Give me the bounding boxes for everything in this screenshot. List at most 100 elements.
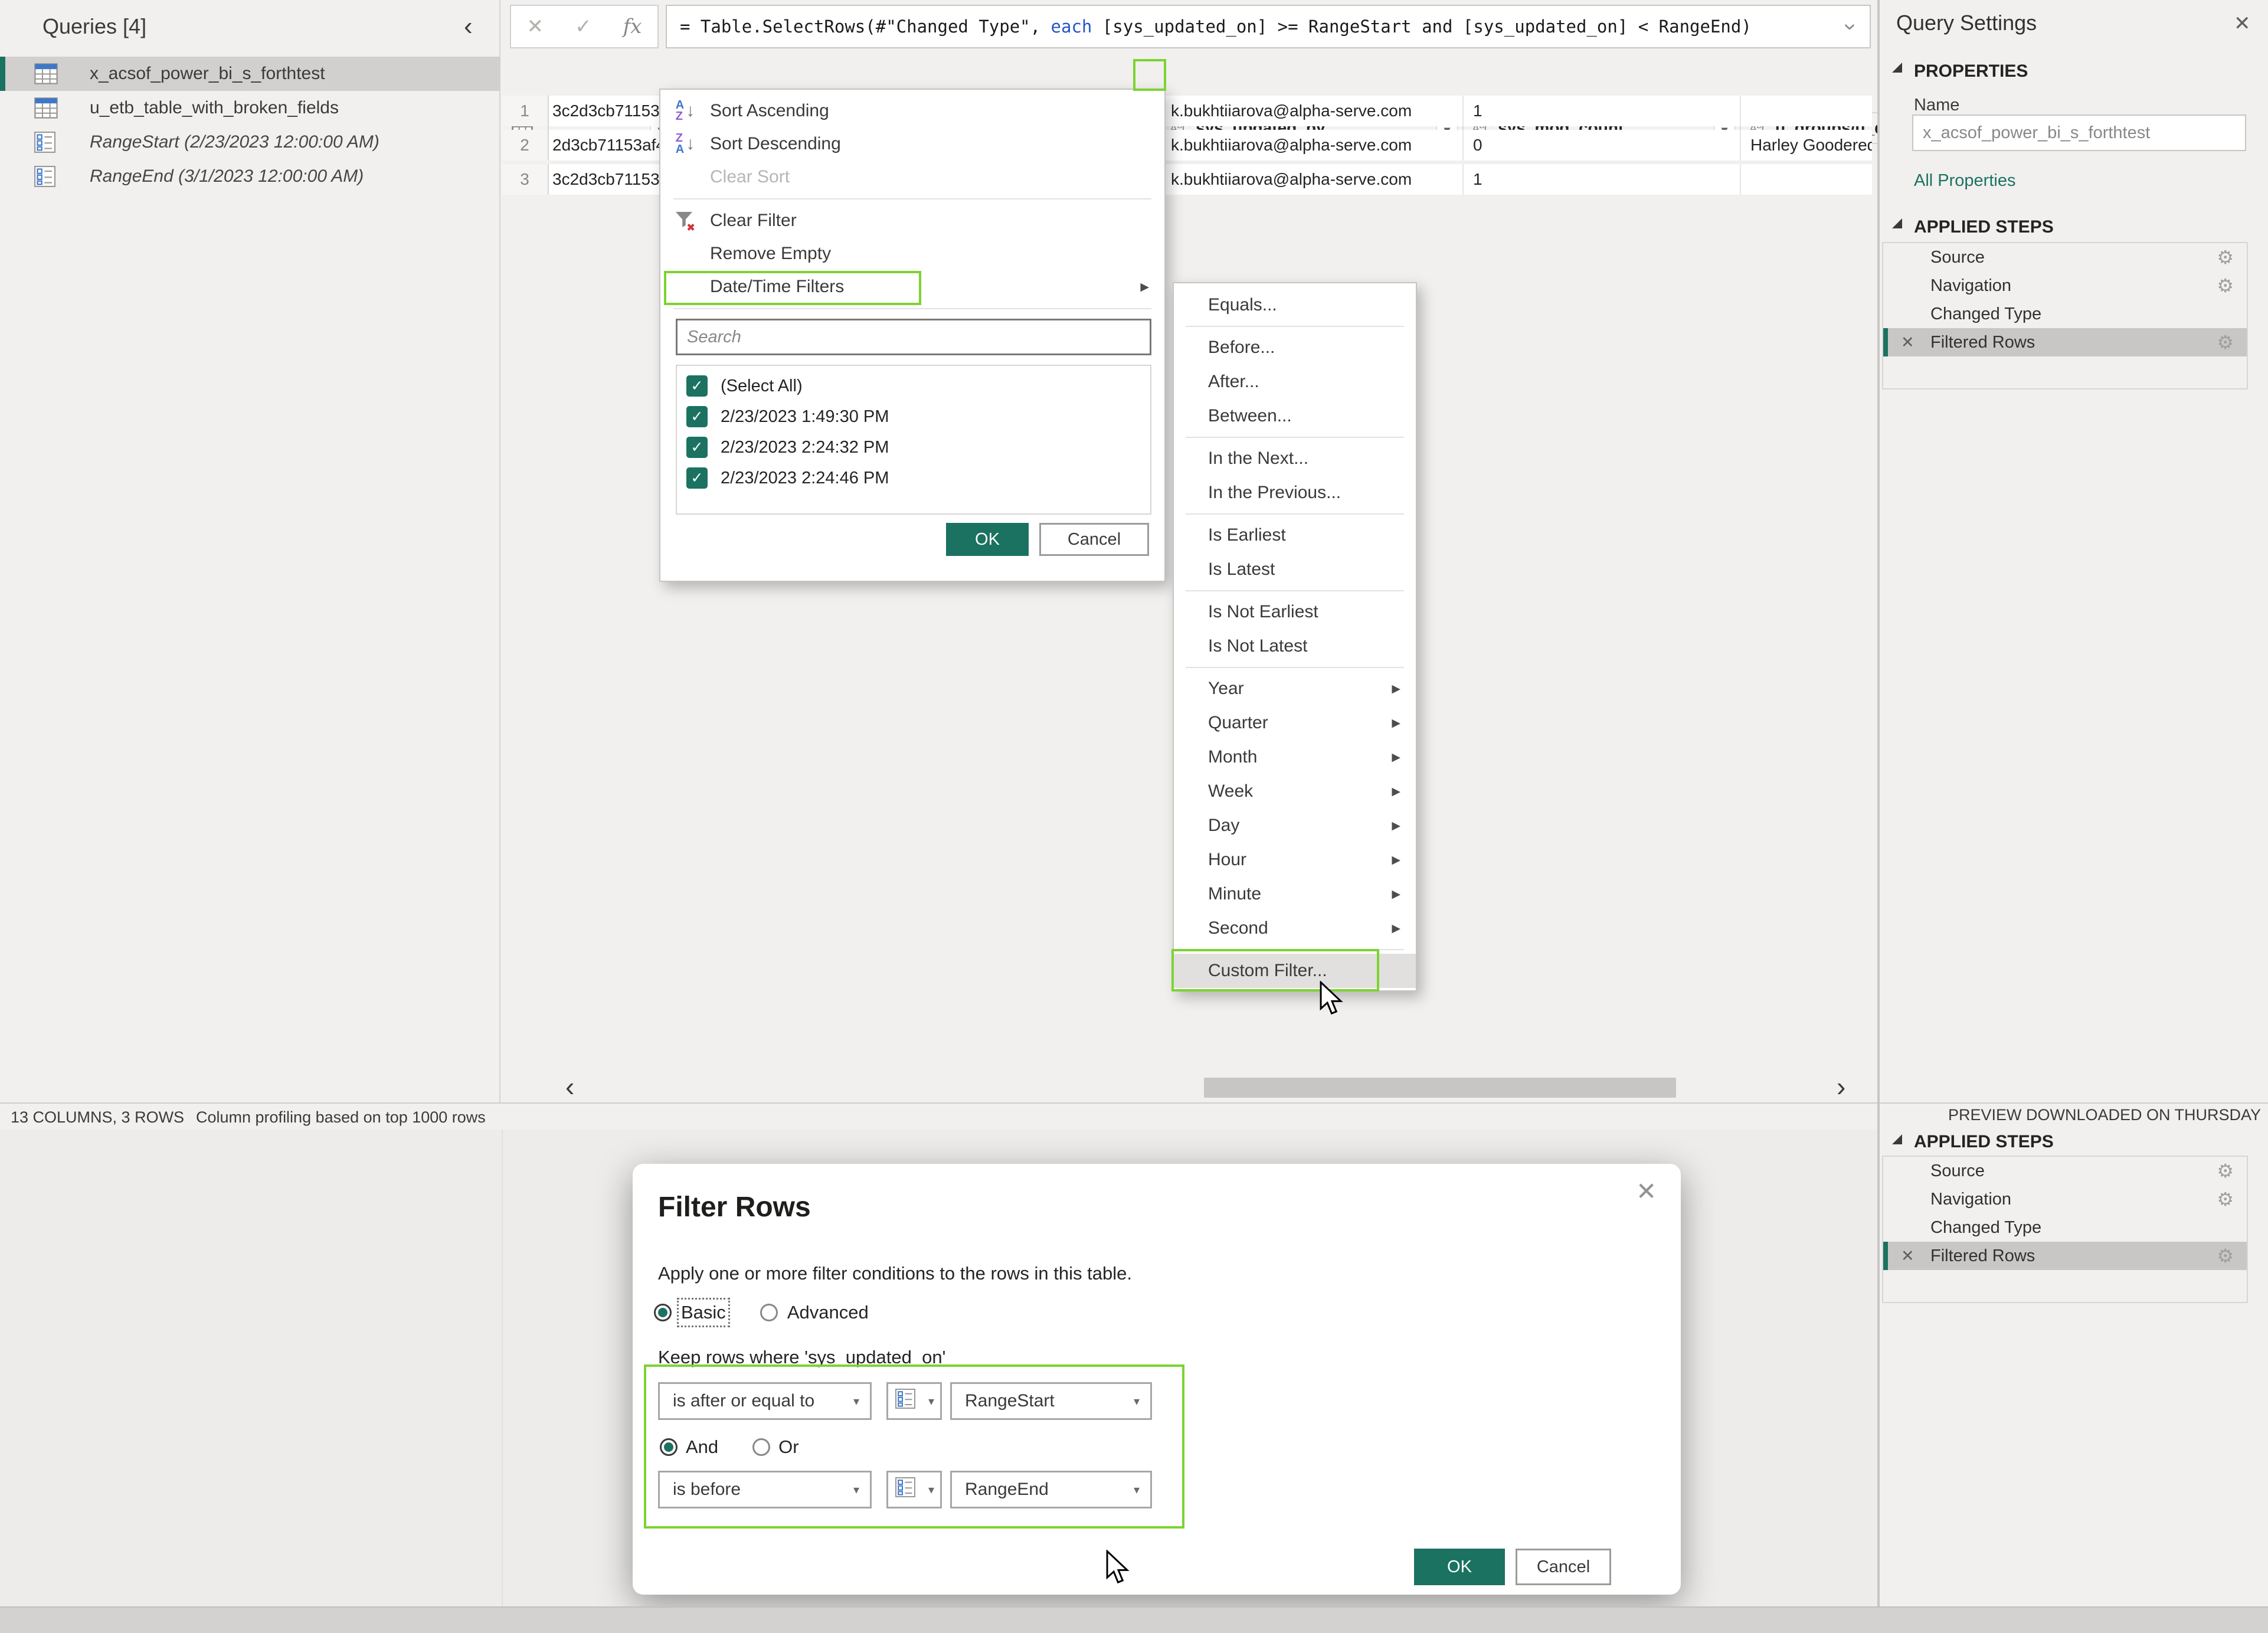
delete-step-icon[interactable]: ✕ xyxy=(1901,333,1914,352)
submenu-item-is-not-latest[interactable]: Is Not Latest xyxy=(1174,629,1416,663)
operator-dropdown[interactable]: is before ▾ xyxy=(658,1471,872,1508)
fx-icon[interactable]: fx xyxy=(623,15,642,38)
checkbox-checked-icon[interactable]: ✓ xyxy=(686,467,708,489)
filter-value-row[interactable]: ✓ (Select All) xyxy=(677,371,1150,401)
query-name-input[interactable] xyxy=(1912,114,2246,151)
submenu-item-is-not-earliest[interactable]: Is Not Earliest xyxy=(1174,595,1416,629)
submenu-item-equals[interactable]: Equals... xyxy=(1174,288,1416,322)
value-type-button[interactable]: ▾ xyxy=(886,1471,942,1508)
properties-expander-icon[interactable] xyxy=(1892,63,1902,73)
checkbox-checked-icon[interactable]: ✓ xyxy=(686,437,708,458)
query-item[interactable]: RangeEnd (3/1/2023 12:00:00 AM) xyxy=(0,159,500,194)
applied-steps-expander-icon[interactable] xyxy=(1892,218,1902,228)
delete-step-icon[interactable]: ✕ xyxy=(1901,1247,1914,1265)
menu-item-clear-filter[interactable]: Clear Filter xyxy=(660,204,1164,237)
submenu-item-between[interactable]: Between... xyxy=(1174,399,1416,433)
submenu-item-month[interactable]: Month▶ xyxy=(1174,740,1416,774)
checkbox-checked-icon[interactable]: ✓ xyxy=(686,375,708,397)
applied-step[interactable]: Navigation ⚙ xyxy=(1883,271,2247,300)
basic-radio[interactable] xyxy=(654,1304,672,1321)
submenu-item-second[interactable]: Second▶ xyxy=(1174,911,1416,945)
table-cell[interactable]: k.bukhtiiarova@alpha-serve.com xyxy=(1161,96,1464,126)
query-item[interactable]: x_acsof_power_bi_s_forthtest xyxy=(0,57,500,91)
submenu-item-before[interactable]: Before... xyxy=(1174,330,1416,365)
ok-button[interactable]: OK xyxy=(1414,1549,1505,1585)
table-cell[interactable]: k.bukhtiiarova@alpha-serve.com xyxy=(1161,130,1464,161)
submenu-item-in-the-previous[interactable]: In the Previous... xyxy=(1174,476,1416,510)
scrollbar-thumb[interactable] xyxy=(1204,1078,1676,1098)
applied-step[interactable]: Navigation ⚙ xyxy=(1883,1185,2247,1213)
basic-radio-label[interactable]: Basic xyxy=(681,1302,726,1323)
status-profiling[interactable]: Column profiling based on top 1000 rows xyxy=(196,1108,486,1127)
table-cell[interactable] xyxy=(1741,96,1872,126)
formula-input[interactable]: = Table.SelectRows(#"Changed Type", each… xyxy=(666,5,1871,48)
menu-item-sort-ascending[interactable]: AZ↓ Sort Ascending xyxy=(660,94,1164,127)
value-dropdown[interactable]: RangeEnd ▾ xyxy=(950,1471,1152,1508)
table-cell[interactable]: 1 xyxy=(1464,96,1741,126)
table-cell[interactable]: 3c2d3cb71153a xyxy=(549,96,678,126)
collapse-panel-icon[interactable]: ‹ xyxy=(464,12,473,41)
menu-item-sort-descending[interactable]: ZA↓ Sort Descending xyxy=(660,127,1164,161)
applied-step-selected[interactable]: ✕ Filtered Rows ⚙ xyxy=(1883,328,2247,356)
submenu-item-year[interactable]: Year▶ xyxy=(1174,672,1416,706)
operator-dropdown[interactable]: is after or equal to ▾ xyxy=(658,1382,872,1420)
scroll-left-icon[interactable]: ‹ xyxy=(565,1071,574,1102)
and-radio[interactable] xyxy=(660,1438,678,1456)
table-cell[interactable]: k.bukhtiiarova@alpha-serve.com xyxy=(1161,164,1464,195)
filter-value-row[interactable]: ✓ 2/23/2023 1:49:30 PM xyxy=(677,401,1150,432)
gear-icon[interactable]: ⚙ xyxy=(2217,243,2234,271)
advanced-radio-label[interactable]: Advanced xyxy=(787,1302,869,1323)
commit-formula-icon[interactable]: ✓ xyxy=(575,15,592,38)
table-cell[interactable]: 3c2d3cb71153a xyxy=(549,164,678,195)
table-cell[interactable] xyxy=(1741,164,1872,195)
value-type-button[interactable]: ▾ xyxy=(886,1382,942,1420)
gear-icon[interactable]: ⚙ xyxy=(2217,271,2234,300)
menu-item-date-time-filters[interactable]: Date/Time Filters ▶ xyxy=(660,270,1164,303)
applied-step[interactable]: Source ⚙ xyxy=(1883,1157,2247,1185)
gear-icon[interactable]: ⚙ xyxy=(2217,1157,2234,1185)
filter-search-input[interactable] xyxy=(676,319,1151,355)
cancel-button[interactable]: Cancel xyxy=(1516,1549,1611,1585)
filter-value-row[interactable]: ✓ 2/23/2023 2:24:32 PM xyxy=(677,432,1150,463)
query-item[interactable]: u_etb_table_with_broken_fields xyxy=(0,91,500,125)
submenu-item-custom-filter[interactable]: Custom Filter... xyxy=(1174,954,1416,988)
all-properties-link[interactable]: All Properties xyxy=(1914,171,2015,191)
gear-icon[interactable]: ⚙ xyxy=(2217,1185,2234,1213)
close-panel-icon[interactable]: ✕ xyxy=(2234,12,2251,35)
applied-step[interactable]: Changed Type xyxy=(1883,300,2247,328)
table-cell[interactable]: 1 xyxy=(1464,164,1741,195)
applied-step-selected[interactable]: ✕ Filtered Rows ⚙ xyxy=(1883,1242,2247,1270)
submenu-item-minute[interactable]: Minute▶ xyxy=(1174,877,1416,911)
table-cell[interactable]: 2d3cb71153af4 xyxy=(549,130,678,161)
advanced-radio[interactable] xyxy=(760,1304,778,1321)
table-cell[interactable]: 0 xyxy=(1464,130,1741,161)
submenu-item-in-the-next[interactable]: In the Next... xyxy=(1174,441,1416,476)
table-cell[interactable]: Harley Goodered xyxy=(1741,130,1872,161)
query-item[interactable]: RangeStart (2/23/2023 12:00:00 AM) xyxy=(0,125,500,159)
submenu-item-quarter[interactable]: Quarter▶ xyxy=(1174,706,1416,740)
scroll-right-icon[interactable]: › xyxy=(1837,1071,1845,1102)
submenu-item-day[interactable]: Day▶ xyxy=(1174,809,1416,843)
cancel-button[interactable]: Cancel xyxy=(1039,523,1149,556)
or-radio-label[interactable]: Or xyxy=(778,1436,798,1458)
applied-steps-expander-icon[interactable] xyxy=(1892,1134,1902,1144)
ok-button[interactable]: OK xyxy=(946,523,1029,556)
and-radio-label[interactable]: And xyxy=(686,1436,718,1458)
submenu-item-hour[interactable]: Hour▶ xyxy=(1174,843,1416,877)
submenu-item-is-latest[interactable]: Is Latest xyxy=(1174,552,1416,587)
submenu-item-after[interactable]: After... xyxy=(1174,365,1416,399)
or-radio[interactable] xyxy=(752,1438,770,1456)
applied-step[interactable]: Changed Type xyxy=(1883,1213,2247,1242)
submenu-item-week[interactable]: Week▶ xyxy=(1174,774,1416,809)
filter-value-row[interactable]: ✓ 2/23/2023 2:24:46 PM xyxy=(677,463,1150,493)
close-dialog-icon[interactable]: ✕ xyxy=(1636,1177,1657,1206)
submenu-item-is-earliest[interactable]: Is Earliest xyxy=(1174,518,1416,552)
formula-expand-icon[interactable]: › xyxy=(1838,23,1863,31)
applied-step[interactable]: Source ⚙ xyxy=(1883,243,2247,271)
checkbox-checked-icon[interactable]: ✓ xyxy=(686,406,708,427)
horizontal-scrollbar[interactable]: ‹ › xyxy=(502,1074,1877,1102)
gear-icon[interactable]: ⚙ xyxy=(2217,328,2234,356)
value-dropdown[interactable]: RangeStart ▾ xyxy=(950,1382,1152,1420)
gear-icon[interactable]: ⚙ xyxy=(2217,1242,2234,1270)
menu-item-remove-empty[interactable]: Remove Empty xyxy=(660,237,1164,270)
